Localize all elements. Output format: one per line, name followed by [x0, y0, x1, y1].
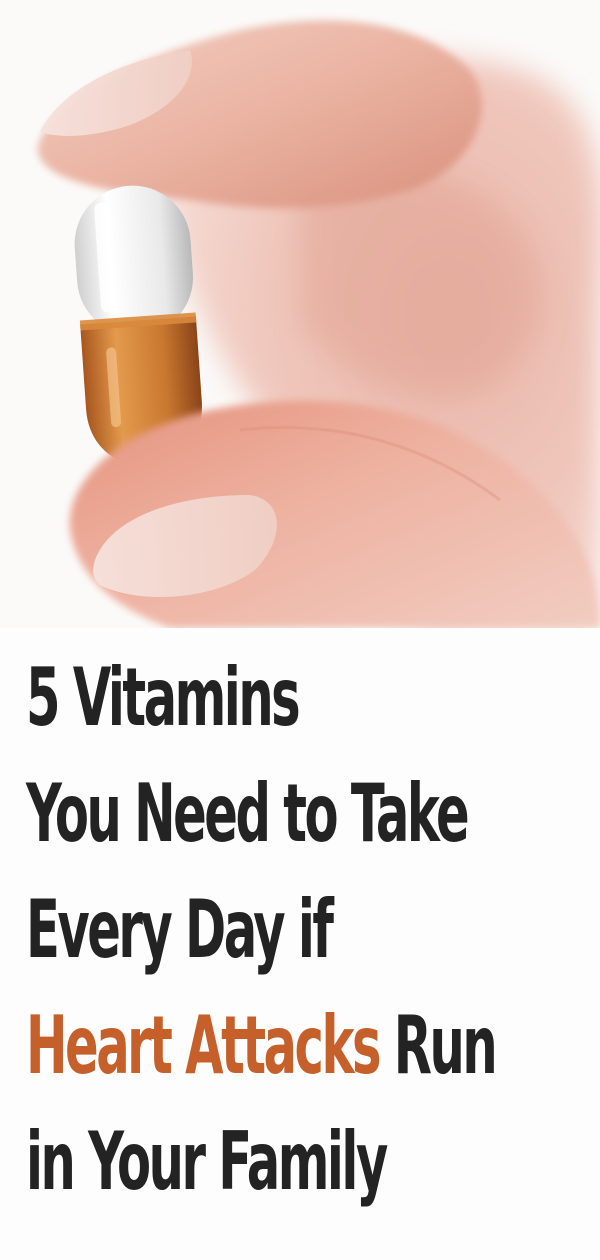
headline-line-3: Every Day if — [26, 883, 334, 976]
headline-line-1: 5 Vitamins — [26, 651, 301, 744]
headline-line-5: in Your Family — [26, 1115, 388, 1208]
pin-card: 5 Vitamins You Need to Take Every Day if… — [0, 0, 600, 1260]
hand-holding-capsule-illustration — [37, 20, 600, 628]
headline-line-4: Heart Attacks Run — [26, 988, 498, 1104]
headline: 5 Vitamins You Need to Take Every Day if… — [26, 640, 498, 1220]
headline-line-2: You Need to Take — [26, 767, 470, 860]
hero-photo — [0, 0, 600, 628]
headline-accent: Heart Attacks — [26, 999, 381, 1092]
headline-line-4-rest: Run — [379, 999, 498, 1092]
